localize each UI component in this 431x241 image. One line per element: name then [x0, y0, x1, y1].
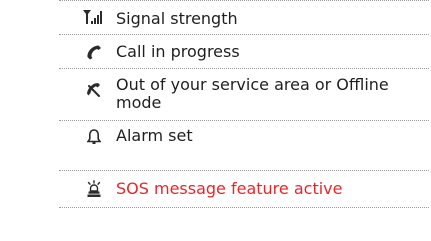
table-row: Call in progress [59, 34, 429, 68]
indicator-icon-table: Signal strength Call in progress Out of … [59, 0, 429, 208]
row-description: Signal strength [116, 9, 238, 28]
table-row: Alarm set [59, 120, 429, 170]
row-description: Out of your service area or Offline mode [116, 75, 389, 112]
row-description: Call in progress [116, 42, 240, 61]
row-description: SOS message feature active [116, 179, 343, 198]
row-description: Alarm set [116, 126, 193, 145]
table-row: Signal strength [59, 0, 429, 34]
table-row: Out of your service area or Offline mode [59, 68, 429, 120]
table-row: SOS message feature active [59, 170, 429, 208]
